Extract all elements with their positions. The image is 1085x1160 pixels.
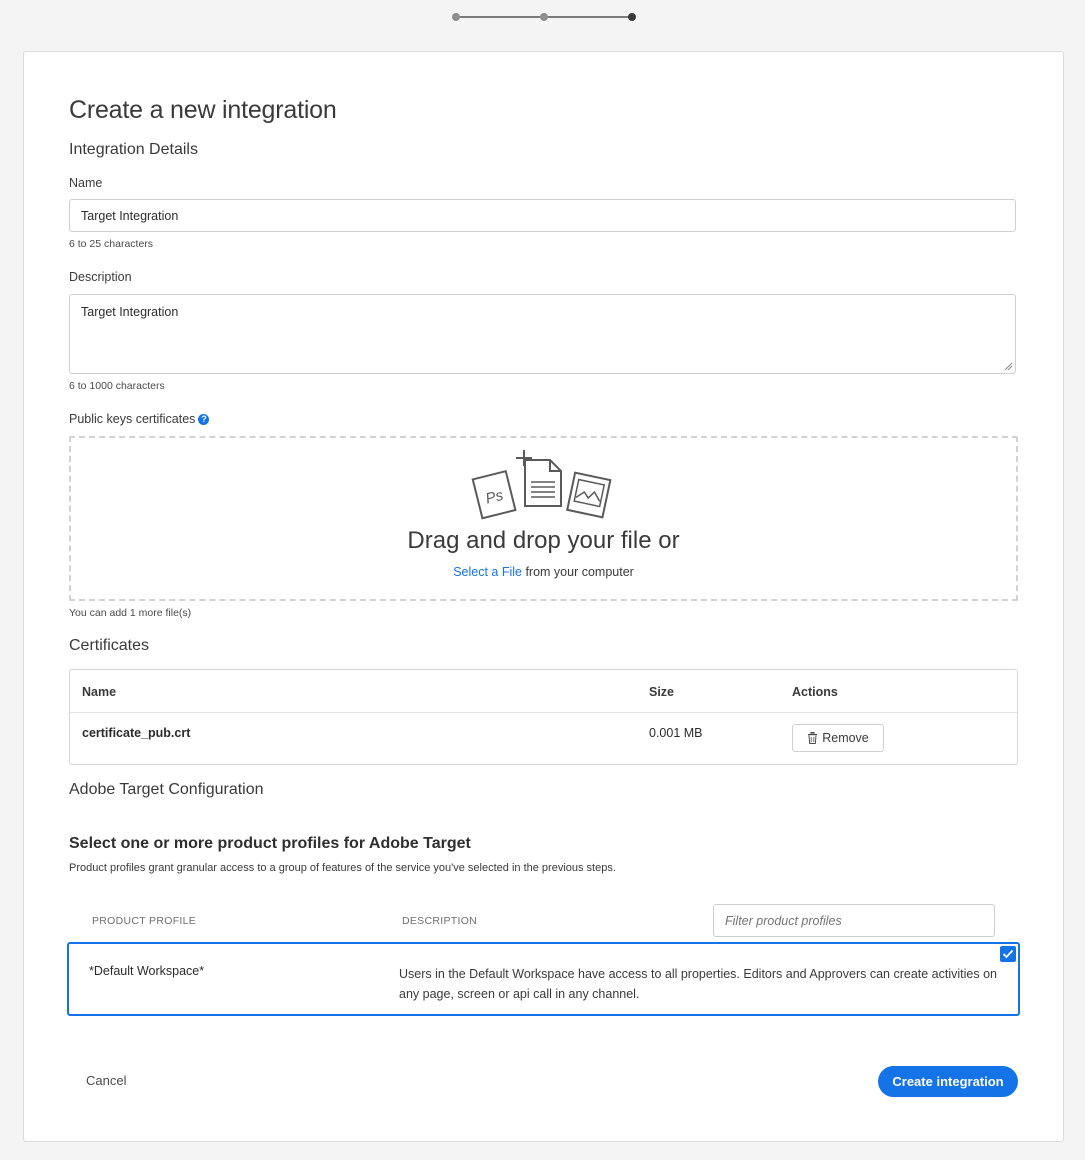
progress-stepper [452, 12, 636, 22]
name-input[interactable]: Target Integration [69, 199, 1016, 232]
column-header-product-profile: PRODUCT PROFILE [92, 915, 197, 927]
stepper-line [544, 16, 632, 18]
column-header-name: Name [82, 685, 117, 699]
dropzone-subtitle-suffix: from your computer [521, 565, 634, 579]
select-file-link[interactable]: Select a File [453, 565, 522, 579]
description-value: Target Integration [81, 305, 179, 319]
stepper-step-2[interactable] [540, 13, 548, 21]
column-header-description: DESCRIPTION [402, 915, 478, 927]
filter-profiles-input[interactable] [713, 904, 995, 937]
certificates-title: Certificates [69, 637, 150, 654]
description-hint: 6 to 1000 characters [69, 380, 165, 392]
create-integration-button[interactable]: Create integration [878, 1066, 1018, 1097]
integration-form-card: Create a new integration Integration Det… [23, 51, 1064, 1142]
certificates-table: Name Size Actions certificate_pub.crt 0.… [69, 669, 1018, 765]
resize-grip-icon[interactable] [1004, 362, 1013, 371]
dropzone-subtitle: Select a File from your computer [71, 565, 1016, 579]
description-label: Description [69, 270, 132, 284]
product-profiles-description: Product profiles grant granular access t… [69, 862, 616, 874]
file-upload-illustration-icon: Ps [471, 450, 612, 520]
stepper-line [456, 16, 544, 18]
profile-row-default-workspace[interactable]: *Default Workspace* Users in the Default… [67, 942, 1020, 1016]
profile-checkbox[interactable] [1000, 946, 1016, 962]
file-dropzone[interactable]: Ps Drag and drop your file or Select a F… [69, 436, 1018, 601]
profile-description: Users in the Default Workspace have acce… [399, 967, 997, 1001]
name-input-value: Target Integration [81, 209, 179, 223]
certificate-size: 0.001 MB [649, 726, 703, 740]
name-hint: 6 to 25 characters [69, 238, 154, 250]
section-title-integration-details: Integration Details [69, 141, 198, 158]
stepper-step-3 [628, 13, 636, 21]
remove-button-label: Remove [822, 731, 869, 745]
profile-name: *Default Workspace* [89, 964, 205, 978]
column-header-size: Size [649, 685, 675, 699]
table-divider [70, 712, 1017, 713]
file-count-hint: You can add 1 more file(s) [69, 607, 192, 619]
checkmark-icon [1002, 949, 1014, 959]
public-keys-label-text: Public keys certificates [69, 412, 196, 426]
trash-icon [808, 732, 818, 744]
name-label: Name [69, 176, 103, 190]
product-profiles-title: Select one or more product profiles for … [69, 835, 471, 852]
dropzone-title: Drag and drop your file or [407, 527, 680, 554]
cancel-button[interactable]: Cancel [86, 1073, 126, 1088]
stepper-step-1[interactable] [452, 13, 460, 21]
page-title: Create a new integration [69, 96, 337, 124]
target-config-title: Adobe Target Configuration [69, 781, 264, 798]
column-header-actions: Actions [792, 685, 838, 699]
question-circle-icon[interactable]: ? [198, 414, 210, 425]
certificate-name: certificate_pub.crt [82, 726, 191, 740]
description-textarea[interactable]: Target Integration [69, 294, 1016, 374]
remove-certificate-button[interactable]: Remove [792, 724, 884, 752]
public-keys-label: Public keys certificates? [69, 412, 210, 426]
